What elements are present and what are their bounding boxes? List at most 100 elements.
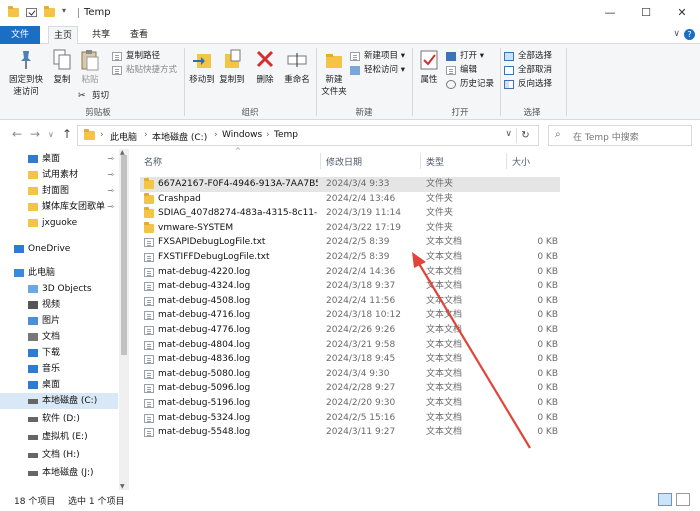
file-name: mat-debug-5548.log [158,427,251,438]
table-row[interactable]: mat-debug-5324.log 2024/2/5 15:16 文本文档 0 KB [140,411,560,426]
forward-button[interactable]: → [30,127,40,141]
open-button[interactable]: 打开 ▾ [446,50,484,63]
help-icon[interactable]: ? [684,29,695,40]
large-icons-view-button[interactable] [676,493,690,506]
rename-button[interactable]: 重命名 [282,48,312,86]
crumb-temp[interactable]: Temp [274,130,298,140]
sidebar-item[interactable]: 软件 (D:) [0,411,118,427]
select-none-button[interactable]: 全部取消 [504,64,552,77]
sidebar-item[interactable]: 本地磁盘 (C:) [0,393,118,409]
sidebar-item[interactable]: 虚拟机 (E:) [0,429,118,445]
group-separator [500,48,501,116]
column-separator[interactable] [320,153,321,169]
table-row[interactable]: mat-debug-5196.log 2024/2/20 9:30 文本文档 0 KB [140,396,560,411]
table-row[interactable]: mat-debug-4220.log 2024/2/4 14:36 文本文档 0 KB [140,265,560,280]
properties-quick-icon[interactable] [26,8,37,17]
close-button[interactable]: ✕ [664,0,700,26]
sidebar-item[interactable]: OneDrive [0,241,118,257]
table-row[interactable]: mat-debug-4804.log 2024/3/21 9:58 文本文档 0 KB [140,338,560,353]
table-row[interactable]: mat-debug-4716.log 2024/3/18 10:12 文本文档 0 K… [140,308,560,323]
scroll-down-icon[interactable]: ▼ [120,483,125,490]
column-header-type[interactable]: 类型 [426,155,444,168]
move-to-button[interactable]: 移动到 [188,48,216,86]
recent-locations-button[interactable]: ∨ [48,130,54,139]
table-row[interactable]: SDIAG_407d8274-483a-4315-8c11-57... 2024/… [140,206,560,221]
minimize-button[interactable]: — [592,0,628,26]
sidebar-item-label: 文档 (H:) [42,450,80,460]
column-separator[interactable] [420,153,421,169]
sidebar-item[interactable]: 视频 [0,297,118,313]
pin-icon[interactable]: ⊸ [107,151,114,167]
sidebar-item[interactable]: 本地磁盘 (J:) [0,465,118,481]
sidebar-item[interactable]: 图片 [0,313,118,329]
sidebar-item[interactable]: 文档 [0,329,118,345]
edit-button[interactable]: 编辑 [446,64,477,77]
paste-shortcut-button[interactable]: 粘贴快捷方式 [112,64,177,77]
invert-selection-button[interactable]: 反向选择 [504,78,552,91]
sidebar-item[interactable]: 3D Objects [0,281,118,297]
table-row[interactable]: mat-debug-5080.log 2024/3/4 9:30 文本文档 0 KB [140,367,560,382]
sidebar-item[interactable]: 此电脑 [0,265,118,281]
address-dropdown-icon[interactable]: ∨ [505,129,512,139]
column-header-date[interactable]: 修改日期 [326,155,362,168]
quick-access-dropdown-icon[interactable]: ▾ [62,6,66,15]
table-row[interactable]: mat-debug-4508.log 2024/2/4 11:56 文本文档 0 KB [140,294,560,309]
back-button[interactable]: ← [12,127,22,141]
maximize-button[interactable]: ☐ [628,0,664,26]
delete-button[interactable]: 删除 [252,48,278,86]
refresh-icon[interactable]: ↻ [516,128,534,143]
crumb-windows[interactable]: Windows [222,130,262,140]
table-row[interactable]: mat-debug-4836.log 2024/3/18 9:45 文本文档 0 KB [140,352,560,367]
table-row[interactable]: mat-debug-4324.log 2024/3/18 9:37 文本文档 0 KB [140,279,560,294]
sidebar-scrollbar[interactable]: ▲ ▼ [119,149,129,490]
sidebar-item[interactable]: 桌面 ⊸ [0,151,118,167]
column-header-size[interactable]: 大小 [512,155,530,168]
copy-to-button[interactable]: 复制到 [218,48,246,86]
sidebar-item[interactable]: 音乐 [0,361,118,377]
paste-button[interactable]: 粘贴 [76,48,104,86]
table-row[interactable]: 667A2167-F0F4-4946-913A-7AA7B5B... 2024/3… [140,177,560,192]
up-button[interactable]: ↑ [62,127,72,141]
column-header-name[interactable]: 名称 [144,155,162,168]
table-row[interactable]: Crashpad 2024/2/4 13:46 文件夹 [140,192,560,207]
properties-button[interactable]: 属性 [416,48,442,86]
cut-button[interactable]: ✂ 剪切 [78,90,109,103]
select-all-button[interactable]: 全部选择 [504,50,552,63]
ribbon-collapse-icon[interactable]: ∨ [673,29,680,39]
tab-view[interactable]: 查看 [124,26,154,44]
sidebar-item[interactable]: 文档 (H:) [0,447,118,463]
copy-path-button[interactable]: 复制路径 [112,50,160,63]
pin-icon[interactable]: ⊸ [107,199,114,215]
search-input[interactable]: ⌕ 在 Temp 中搜索 [548,125,692,146]
pin-quick-access-button[interactable]: 固定到快 速访问 [6,48,46,98]
tab-share[interactable]: 共享 [86,26,116,44]
sidebar-item[interactable]: 媒体库女团歌单 ⊸ [0,199,118,215]
table-row[interactable]: mat-debug-4776.log 2024/2/26 9:26 文本文档 0 KB [140,323,560,338]
details-view-button[interactable] [658,493,672,506]
pin-icon[interactable]: ⊸ [107,183,114,199]
pin-icon[interactable]: ⊸ [107,167,114,183]
history-button[interactable]: 历史记录 [446,78,494,91]
table-row[interactable]: FXSAPIDebugLogFile.txt 2024/2/5 8:39 文本文档 0… [140,235,560,250]
table-row[interactable]: vmware-SYSTEM 2024/3/22 17:19 文件夹 [140,221,560,236]
table-row[interactable]: FXSTIFFDebugLogFile.txt 2024/2/5 8:39 文本文档… [140,250,560,265]
sidebar-item[interactable]: 试用素材 ⊸ [0,167,118,183]
copy-button[interactable]: 复制 [48,48,76,86]
table-row[interactable]: mat-debug-5548.log 2024/3/11 9:27 文本文档 0 KB [140,425,560,440]
new-item-button[interactable]: 新建项目 ▾ [350,50,405,63]
crumb-local-disk-c[interactable]: 本地磁盘 (C:) [152,130,207,143]
sidebar-item[interactable]: 桌面 [0,377,118,393]
new-folder-button[interactable]: 新建 文件夹 [318,48,350,98]
column-separator[interactable] [506,153,507,169]
address-bar[interactable]: › 此电脑 › 本地磁盘 (C:) › Windows › Temp ∨ ↻ [77,125,539,146]
sidebar-item[interactable]: 封面图 ⊸ [0,183,118,199]
new-folder-quick-icon[interactable] [44,6,55,17]
tab-file[interactable]: 文件 [0,26,40,44]
easy-access-button[interactable]: 轻松访问 ▾ [350,64,405,77]
table-row[interactable]: mat-debug-5096.log 2024/2/28 9:27 文本文档 0 KB [140,381,560,396]
sidebar-item[interactable]: jxguoke [0,215,118,231]
crumb-this-pc[interactable]: 此电脑 [110,130,137,143]
sidebar-item[interactable]: 下载 [0,345,118,361]
tab-home[interactable]: 主页 [48,26,78,44]
scroll-thumb[interactable] [121,155,127,355]
